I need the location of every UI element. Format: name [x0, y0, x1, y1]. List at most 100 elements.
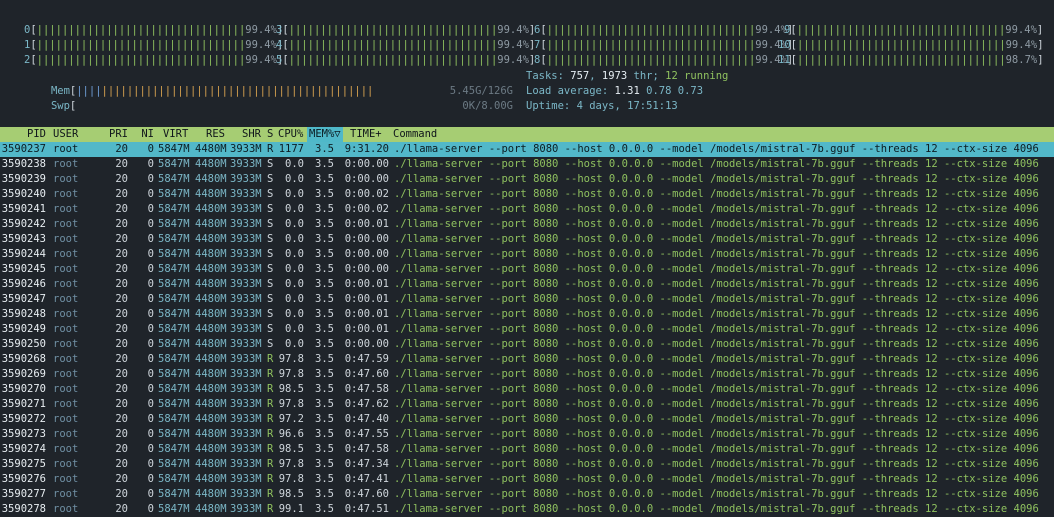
process-shr: 3933M	[230, 488, 262, 500]
process-ni: 0	[147, 413, 154, 425]
process-mem: 3.5	[315, 353, 334, 365]
process-cpu: 1177	[278, 143, 304, 155]
process-row[interactable]: 3590239 root 20 0 5847M 4480M 3933M S 0.0 3.5 0:00…	[0, 172, 1054, 187]
process-row[interactable]: 3590271 root 20 0 5847M 4480M 3933M R 97.8 3.5 0:4…	[0, 397, 1054, 412]
process-pri: 20	[115, 158, 128, 170]
process-mem: 3.5	[315, 173, 334, 185]
process-mem: 3.5	[315, 218, 334, 230]
process-user: root	[53, 428, 79, 440]
process-virt: 5847M	[158, 278, 190, 290]
process-row[interactable]: 3590242 root 20 0 5847M 4480M 3933M S 0.0 3.5 0:00…	[0, 217, 1054, 232]
process-shr: 3933M	[230, 368, 262, 380]
process-table-header: PID USER PRI NI VIRT RES SHR S CPU% MEM%…	[0, 127, 1054, 142]
process-row[interactable]: 3590240 root 20 0 5847M 4480M 3933M S 0.0 3.5 0:00…	[0, 187, 1054, 202]
process-s: R	[267, 473, 274, 485]
process-row[interactable]: 3590277 root 20 0 5847M 4480M 3933M R 98.5 3.5 0:4…	[0, 487, 1054, 502]
col-mem-sorted[interactable]: MEM%▽	[307, 127, 343, 142]
process-shr: 3933M	[230, 188, 262, 200]
col-command[interactable]: Command	[393, 127, 437, 142]
col-res[interactable]: RES	[206, 127, 225, 142]
process-row[interactable]: 3590278 root 20 0 5847M 4480M 3933M R 99.1 3.5 0:4…	[0, 502, 1054, 517]
cpu-percent: 99.4%	[755, 24, 787, 36]
process-row[interactable]: 3590244 root 20 0 5847M 4480M 3933M S 0.0 3.5 0:00…	[0, 247, 1054, 262]
process-cmd: ./llama-server --port 8080 --host 0.0.0.…	[394, 353, 1039, 365]
process-pid: 3590268	[1, 353, 46, 365]
process-cpu: 0.0	[285, 188, 304, 200]
col-user[interactable]: USER	[53, 127, 78, 142]
col-pri[interactable]: PRI	[108, 127, 128, 142]
process-row[interactable]: 3590270 root 20 0 5847M 4480M 3933M R 98.5 3.5 0:4…	[0, 382, 1054, 397]
process-cpu: 0.0	[285, 338, 304, 350]
process-res: 4480M	[195, 308, 227, 320]
process-cmd: ./llama-server --port 8080 --host 0.0.0.…	[394, 323, 1039, 335]
process-cmd: ./llama-server --port 8080 --host 0.0.0.…	[394, 338, 1039, 350]
process-shr: 3933M	[230, 203, 262, 215]
process-s: S	[267, 218, 274, 230]
process-cmd: ./llama-server --port 8080 --host 0.0.0.…	[394, 503, 1039, 515]
process-mem: 3.5	[315, 158, 334, 170]
process-row[interactable]: 3590268 root 20 0 5847M 4480M 3933M R 97.8 3.5 0:4…	[0, 352, 1054, 367]
process-cpu: 0.0	[285, 158, 304, 170]
process-cmd: ./llama-server --port 8080 --host 0.0.0.…	[394, 443, 1039, 455]
process-user: root	[53, 233, 79, 245]
process-ni: 0	[147, 398, 154, 410]
process-row[interactable]: 3590246 root 20 0 5847M 4480M 3933M S 0.0 3.5 0:00…	[0, 277, 1054, 292]
process-row[interactable]: 3590269 root 20 0 5847M 4480M 3933M R 97.8 3.5 0:4…	[0, 367, 1054, 382]
process-cpu: 98.5	[278, 488, 304, 500]
process-row[interactable]: 3590241 root 20 0 5847M 4480M 3933M S 0.0 3.5 0:00…	[0, 202, 1054, 217]
process-virt: 5847M	[158, 173, 190, 185]
process-mem: 3.5	[315, 458, 334, 470]
cpu-usage-bar: |||||||||||||||||||||||||||||||||	[288, 24, 498, 36]
col-time[interactable]: TIME+	[350, 127, 382, 142]
process-time: 0:47.41	[344, 473, 389, 485]
process-cmd: ./llama-server --port 8080 --host 0.0.0.…	[394, 413, 1039, 425]
process-row[interactable]: 3590245 root 20 0 5847M 4480M 3933M S 0.0 3.5 0:00…	[0, 262, 1054, 277]
process-row[interactable]: 3590238 root 20 0 5847M 4480M 3933M S 0.0 3.5 0:00…	[0, 157, 1054, 172]
col-ni[interactable]: NI	[138, 127, 154, 142]
cpu-meter-0: 0[|||||||||||||||||||||||||||||||||99.4%…	[24, 24, 284, 36]
load-5min: 0.78	[646, 85, 672, 97]
process-mem: 3.5	[315, 308, 334, 320]
col-virt[interactable]: VIRT	[163, 127, 188, 142]
process-s: S	[267, 323, 274, 335]
process-pid: 3590241	[1, 203, 46, 215]
col-cpu[interactable]: CPU%	[278, 127, 303, 142]
process-cpu: 0.0	[285, 248, 304, 260]
process-time: 0:00.01	[344, 278, 389, 290]
process-pri: 20	[115, 203, 128, 215]
process-pri: 20	[115, 503, 128, 515]
process-row[interactable]: 3590275 root 20 0 5847M 4480M 3933M R 97.8 3.5 0:4…	[0, 457, 1054, 472]
process-cmd: ./llama-server --port 8080 --host 0.0.0.…	[394, 428, 1039, 440]
col-state[interactable]: S	[267, 127, 273, 142]
cpu-label: 10	[778, 39, 791, 51]
col-shr[interactable]: SHR	[242, 127, 261, 142]
memory-meter: Mem[||||||||||||||||||||||||||||||||||||…	[50, 85, 513, 97]
process-pid: 3590249	[1, 323, 46, 335]
process-cmd: ./llama-server --port 8080 --host 0.0.0.…	[394, 473, 1039, 485]
process-row[interactable]: 3590273 root 20 0 5847M 4480M 3933M R 96.6 3.5 0:4…	[0, 427, 1054, 442]
process-row[interactable]: 3590243 root 20 0 5847M 4480M 3933M S 0.0 3.5 0:00…	[0, 232, 1054, 247]
process-row[interactable]: 3590247 root 20 0 5847M 4480M 3933M S 0.0 3.5 0:00…	[0, 292, 1054, 307]
col-pid[interactable]: PID	[0, 127, 46, 142]
process-pri: 20	[115, 413, 128, 425]
process-time: 0:00.01	[344, 308, 389, 320]
process-cmd: ./llama-server --port 8080 --host 0.0.0.…	[394, 188, 1039, 200]
process-row[interactable]: 3590249 root 20 0 5847M 4480M 3933M S 0.0 3.5 0:00…	[0, 322, 1054, 337]
process-shr: 3933M	[230, 353, 262, 365]
process-pid: 3590243	[1, 233, 46, 245]
process-row[interactable]: 3590250 root 20 0 5847M 4480M 3933M S 0.0 3.5 0:00…	[0, 337, 1054, 352]
process-ni: 0	[147, 203, 154, 215]
process-pid: 3590248	[1, 308, 46, 320]
process-res: 4480M	[195, 263, 227, 275]
process-row[interactable]: 3590272 root 20 0 5847M 4480M 3933M R 97.2 3.5 0:4…	[0, 412, 1054, 427]
process-list: 3590237 root 20 0 5847M 4480M 3933M R 1177 3.5 9:3…	[0, 142, 1054, 517]
process-row[interactable]: 3590276 root 20 0 5847M 4480M 3933M R 97.8 3.5 0:4…	[0, 472, 1054, 487]
process-cmd: ./llama-server --port 8080 --host 0.0.0.…	[394, 143, 1039, 155]
process-user: root	[53, 188, 79, 200]
process-s: S	[267, 248, 274, 260]
process-row[interactable]: 3590248 root 20 0 5847M 4480M 3933M S 0.0 3.5 0:00…	[0, 307, 1054, 322]
process-row[interactable]: 3590274 root 20 0 5847M 4480M 3933M R 98.5 3.5 0:4…	[0, 442, 1054, 457]
process-pri: 20	[115, 398, 128, 410]
process-row-selected[interactable]: 3590237 root 20 0 5847M 4480M 3933M R 1177 3.5 9:3…	[0, 142, 1054, 157]
process-virt: 5847M	[158, 233, 190, 245]
